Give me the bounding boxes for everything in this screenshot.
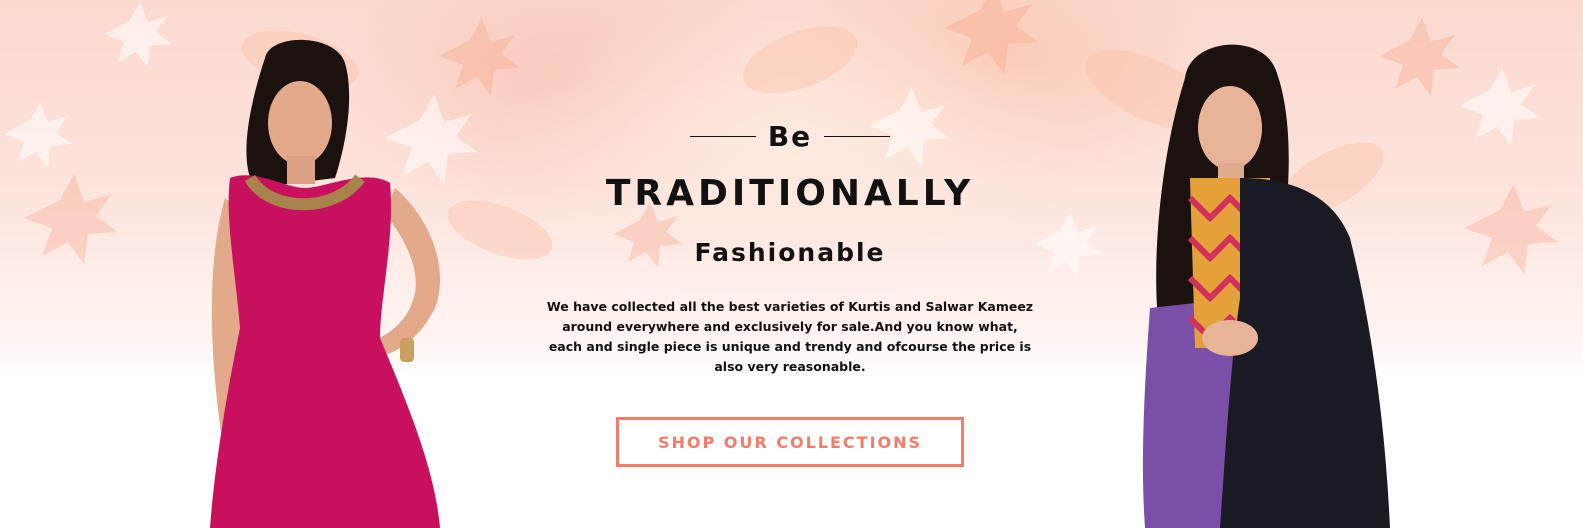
right-model-image: [1142, 44, 1390, 528]
description: We have collected all the best varieties…: [546, 299, 1034, 374]
divider-line-right: [824, 136, 891, 137]
eyebrow-text: Be: [767, 120, 813, 153]
hero-content: Be TRADITIONALLY Fashionable We have col…: [540, 110, 1040, 467]
subheadline: Fashionable: [694, 238, 886, 267]
left-model-image: [210, 39, 441, 528]
hero-banner: Be TRADITIONALLY Fashionable We have col…: [0, 0, 1583, 528]
headline: TRADITIONALLY: [605, 173, 975, 214]
eyebrow: Be: [540, 120, 1040, 153]
shop-collections-button[interactable]: SHOP OUR COLLECTIONS: [616, 417, 964, 467]
divider-line-left: [689, 136, 756, 137]
